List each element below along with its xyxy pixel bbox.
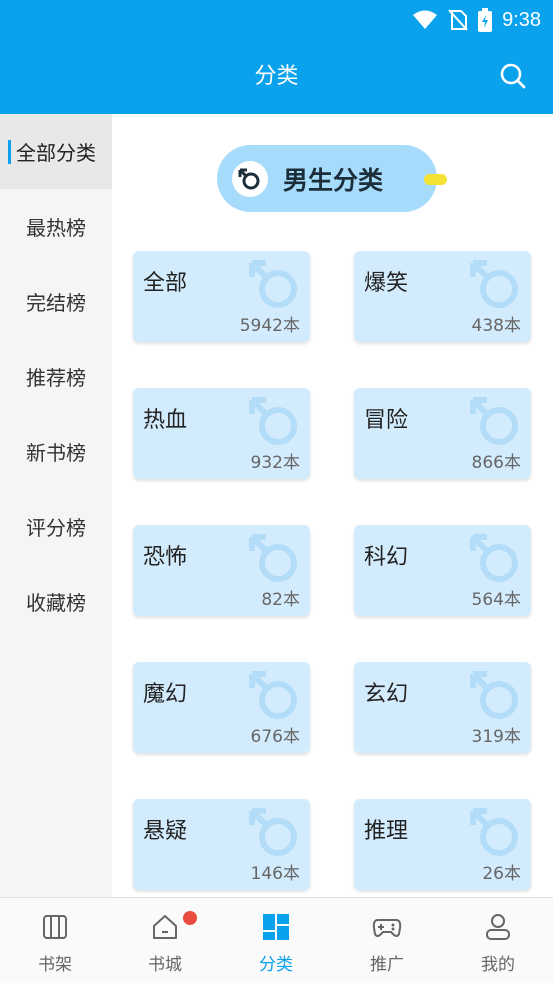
male-symbol-icon	[470, 260, 518, 308]
category-card-hot-blooded[interactable]: 热血 932本	[133, 388, 310, 479]
category-name: 冒险	[364, 408, 409, 433]
category-count: 564本	[471, 590, 521, 610]
category-icon	[263, 914, 289, 940]
nav-tab-promotion[interactable]: 推广	[332, 898, 442, 983]
category-count: 319本	[471, 727, 521, 747]
category-count: 932本	[250, 453, 300, 473]
male-symbol-icon	[249, 671, 297, 719]
category-card-xuanhuan[interactable]: 玄幻 319本	[354, 662, 531, 753]
category-name: 热血	[143, 408, 188, 433]
nav-tab-label: 我的	[481, 955, 515, 975]
category-count: 26本	[482, 864, 521, 884]
user-icon	[486, 914, 510, 940]
male-symbol-icon	[470, 808, 518, 856]
category-card-adventure[interactable]: 冒险 866本	[354, 388, 531, 479]
sidebar-item-hottest[interactable]: 最热榜	[0, 189, 112, 264]
male-symbol-icon	[249, 808, 297, 856]
category-count: 676本	[250, 727, 300, 747]
category-card-comedy[interactable]: 爆笑 438本	[354, 251, 531, 342]
sidebar-item-completed[interactable]: 完结榜	[0, 264, 112, 339]
nav-tab-bookstore[interactable]: 书城	[110, 898, 220, 983]
nav-tab-label: 书架	[38, 955, 72, 975]
bottom-navigation: 书架 书城 分类 推广 我的	[0, 897, 553, 983]
no-sim-icon	[448, 9, 468, 31]
male-symbol-icon	[470, 397, 518, 445]
male-symbol-icon	[249, 260, 297, 308]
category-count: 5942本	[239, 316, 300, 336]
male-symbol-icon	[232, 161, 268, 197]
category-count: 866本	[471, 453, 521, 473]
sidebar-item-new-books[interactable]: 新书榜	[0, 414, 112, 489]
sidebar-item-label: 推荐榜	[26, 366, 86, 390]
sidebar-item-label: 评分榜	[26, 516, 86, 540]
page-title: 分类	[254, 64, 299, 89]
notification-badge	[183, 911, 197, 925]
sidebar-item-recommended[interactable]: 推荐榜	[0, 339, 112, 414]
app-header: 9:38 分类	[0, 0, 553, 114]
status-time: 9:38	[502, 8, 541, 31]
category-name: 科幻	[364, 545, 409, 570]
category-count: 438本	[471, 316, 521, 336]
category-count: 82本	[261, 590, 300, 610]
category-name: 魔幻	[143, 682, 188, 707]
male-symbol-icon	[470, 671, 518, 719]
category-card-horror[interactable]: 恐怖 82本	[133, 525, 310, 616]
bookshelf-icon	[43, 915, 67, 939]
sidebar-item-all-categories[interactable]: 全部分类	[0, 114, 112, 189]
sidebar-item-label: 全部分类	[16, 141, 96, 165]
category-name: 全部	[143, 271, 188, 296]
category-card-suspense[interactable]: 悬疑 146本	[133, 799, 310, 890]
home-icon	[153, 915, 177, 939]
male-symbol-icon	[249, 534, 297, 582]
category-name: 推理	[364, 819, 409, 844]
category-card-all[interactable]: 全部 5942本	[133, 251, 310, 342]
category-name: 恐怖	[143, 545, 188, 570]
active-indicator	[8, 140, 11, 164]
nav-tab-label: 书城	[148, 955, 182, 975]
battery-charging-icon	[478, 8, 493, 32]
male-category-header: 男生分类	[217, 145, 437, 212]
category-card-mystery[interactable]: 推理 26本	[354, 799, 531, 890]
section-title: 男生分类	[283, 166, 384, 195]
male-symbol-icon	[470, 534, 518, 582]
sidebar-item-label: 新书榜	[26, 441, 86, 465]
search-icon[interactable]	[499, 62, 527, 90]
decorative-dot	[424, 174, 447, 185]
sidebar-item-label: 完结榜	[26, 291, 86, 315]
category-card-magic[interactable]: 魔幻 676本	[133, 662, 310, 753]
nav-tab-me[interactable]: 我的	[443, 898, 553, 983]
sidebar-item-favorites[interactable]: 收藏榜	[0, 564, 112, 639]
sidebar-item-label: 收藏榜	[26, 591, 86, 615]
category-sidebar: 全部分类 最热榜 完结榜 推荐榜 新书榜 评分榜 收藏榜	[0, 114, 112, 897]
gamepad-icon	[372, 919, 402, 937]
sidebar-item-label: 最热榜	[26, 216, 86, 240]
category-name: 爆笑	[364, 271, 409, 296]
nav-tab-bookshelf[interactable]: 书架	[0, 898, 110, 983]
category-name: 悬疑	[143, 819, 188, 844]
category-count: 146本	[250, 864, 300, 884]
nav-tab-label: 分类	[259, 955, 293, 975]
category-card-sci-fi[interactable]: 科幻 564本	[354, 525, 531, 616]
nav-tab-label: 推广	[370, 955, 404, 975]
male-symbol-icon	[249, 397, 297, 445]
sidebar-item-rating[interactable]: 评分榜	[0, 489, 112, 564]
wifi-icon	[413, 10, 438, 29]
category-name: 玄幻	[364, 682, 409, 707]
status-bar: 9:38	[412, 6, 541, 34]
nav-tab-category[interactable]: 分类	[221, 898, 331, 983]
